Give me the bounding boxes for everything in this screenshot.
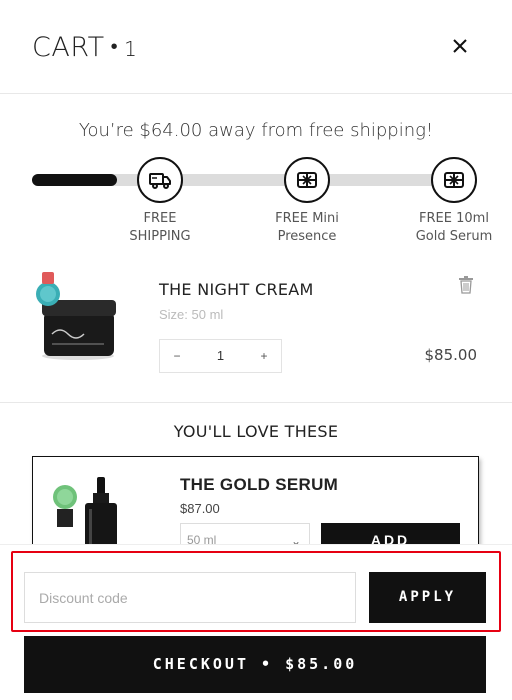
quantity-stepper: − 1 + bbox=[159, 339, 282, 373]
milestone-gold-serum bbox=[431, 157, 477, 203]
apply-discount-button[interactable]: APPLY bbox=[369, 572, 486, 623]
milestone-label-gold-serum: FREE 10ml Gold Serum bbox=[399, 210, 509, 246]
milestone-label-mini-presence: FREE Mini Presence bbox=[252, 210, 362, 246]
night-cream-jar-picture bbox=[36, 272, 116, 360]
increase-quantity-button[interactable]: + bbox=[247, 340, 281, 372]
night-cream-image[interactable] bbox=[30, 272, 120, 362]
milestone-label-line: FREE Mini bbox=[275, 211, 339, 226]
milestone-mini-presence bbox=[284, 157, 330, 203]
trash-icon bbox=[459, 276, 473, 294]
title-separator: • bbox=[110, 34, 119, 58]
milestone-label-line: SHIPPING bbox=[129, 229, 191, 244]
line-item-price: $85.00 bbox=[424, 346, 478, 364]
decrease-quantity-button[interactable]: − bbox=[160, 340, 194, 372]
close-button[interactable] bbox=[447, 33, 473, 59]
cart-count: 1 bbox=[124, 37, 138, 61]
milestone-label-line: FREE bbox=[143, 211, 177, 226]
milestone-free-shipping bbox=[137, 157, 183, 203]
milestone-label-line: Presence bbox=[277, 229, 337, 244]
truck-icon bbox=[149, 173, 171, 189]
close-icon bbox=[453, 39, 467, 53]
product-size: Size: 50 ml bbox=[159, 307, 224, 322]
gift-icon bbox=[444, 172, 464, 188]
upsell-section-title: YOU'LL LOVE THESE bbox=[173, 422, 339, 441]
discount-code-input[interactable] bbox=[24, 572, 356, 623]
product-name[interactable]: THE NIGHT CREAM bbox=[159, 280, 314, 299]
upsell-product-name[interactable]: THE GOLD SERUM bbox=[180, 475, 338, 495]
remove-item-button[interactable] bbox=[458, 276, 474, 294]
cart-title: CART • 1 bbox=[32, 32, 137, 63]
quantity-value[interactable]: 1 bbox=[194, 340, 247, 372]
cart-line-item: THE NIGHT CREAM Size: 50 ml − 1 + $85.00 bbox=[0, 260, 512, 403]
shipping-progress-bar bbox=[32, 174, 477, 186]
milestone-label-line: Gold Serum bbox=[415, 229, 493, 244]
milestone-label-free-shipping: FREE SHIPPING bbox=[105, 210, 215, 246]
upsell-product-price: $87.00 bbox=[180, 501, 220, 516]
free-shipping-message: You’re $64.00 away from free shipping! bbox=[78, 120, 434, 141]
shipping-progress-fill bbox=[32, 174, 117, 186]
cart-title-label: CART bbox=[32, 32, 105, 63]
checkout-button[interactable]: CHECKOUT • $85.00 bbox=[24, 636, 486, 693]
cart-header: CART • 1 bbox=[0, 0, 512, 94]
gift-icon bbox=[297, 172, 317, 188]
milestone-label-line: FREE 10ml bbox=[419, 211, 489, 226]
